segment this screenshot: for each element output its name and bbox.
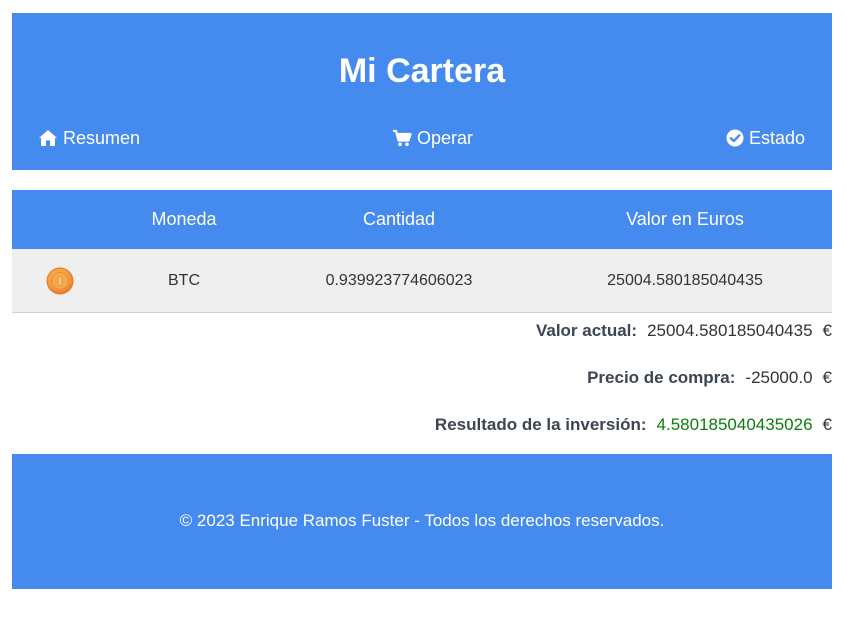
current-value: 25004.580185040435 [647, 321, 813, 340]
nav-item-resumen[interactable]: Resumen [38, 126, 140, 150]
page-title: Mi Cartera [338, 52, 506, 90]
portfolio-table: Moneda Cantidad Valor en Euros BTC 0.939… [12, 190, 832, 313]
summary-result: Resultado de la inversión: 4.58018504043… [435, 413, 832, 437]
currency-symbol: € [822, 321, 832, 340]
nav-label-estado: Estado [749, 127, 806, 148]
summary-purchase-price: Precio de compra: -25000.0 € [587, 366, 832, 390]
bitcoin-coin-icon [46, 267, 74, 295]
result-value: 4.580185040435026 [656, 415, 813, 434]
purchase-price-label: Precio de compra: [587, 368, 736, 387]
footer-copyright: © 2023 Enrique Ramos Fuster - Todos los … [179, 511, 665, 530]
cart-icon [392, 129, 412, 147]
table-header: Moneda Cantidad Valor en Euros [12, 190, 832, 249]
nav-label-resumen: Resumen [63, 127, 141, 148]
nav-item-estado[interactable]: Estado [726, 126, 805, 150]
column-header-valor: Valor en Euros [626, 209, 744, 229]
summary-current-value: Valor actual: 25004.580185040435 € [536, 319, 832, 343]
column-header-cantidad: Cantidad [362, 209, 436, 229]
column-header-icon [12, 190, 108, 249]
result-label: Resultado de la inversión: [434, 415, 647, 434]
cell-value-eur: 25004.580185040435 [607, 272, 763, 289]
currency-symbol: € [822, 368, 832, 387]
check-circle-icon [726, 129, 744, 147]
column-header-moneda: Moneda [151, 209, 217, 229]
home-icon [38, 129, 58, 147]
table-row: BTC 0.939923774606023 25004.580185040435 [12, 249, 832, 313]
purchase-price: -25000.0 [745, 368, 813, 387]
cell-coin: BTC [168, 272, 200, 289]
nav-item-operar[interactable]: Operar [392, 126, 473, 150]
cell-quantity: 0.939923774606023 [325, 272, 473, 289]
currency-symbol: € [822, 415, 832, 434]
nav-label-operar: Operar [417, 127, 474, 148]
header: Mi Cartera Resumen Operar Estado [12, 13, 832, 170]
current-value-label: Valor actual: [535, 321, 638, 340]
footer: © 2023 Enrique Ramos Fuster - Todos los … [12, 454, 832, 589]
page: Mi Cartera Resumen Operar Estado Moneda … [0, 0, 847, 642]
